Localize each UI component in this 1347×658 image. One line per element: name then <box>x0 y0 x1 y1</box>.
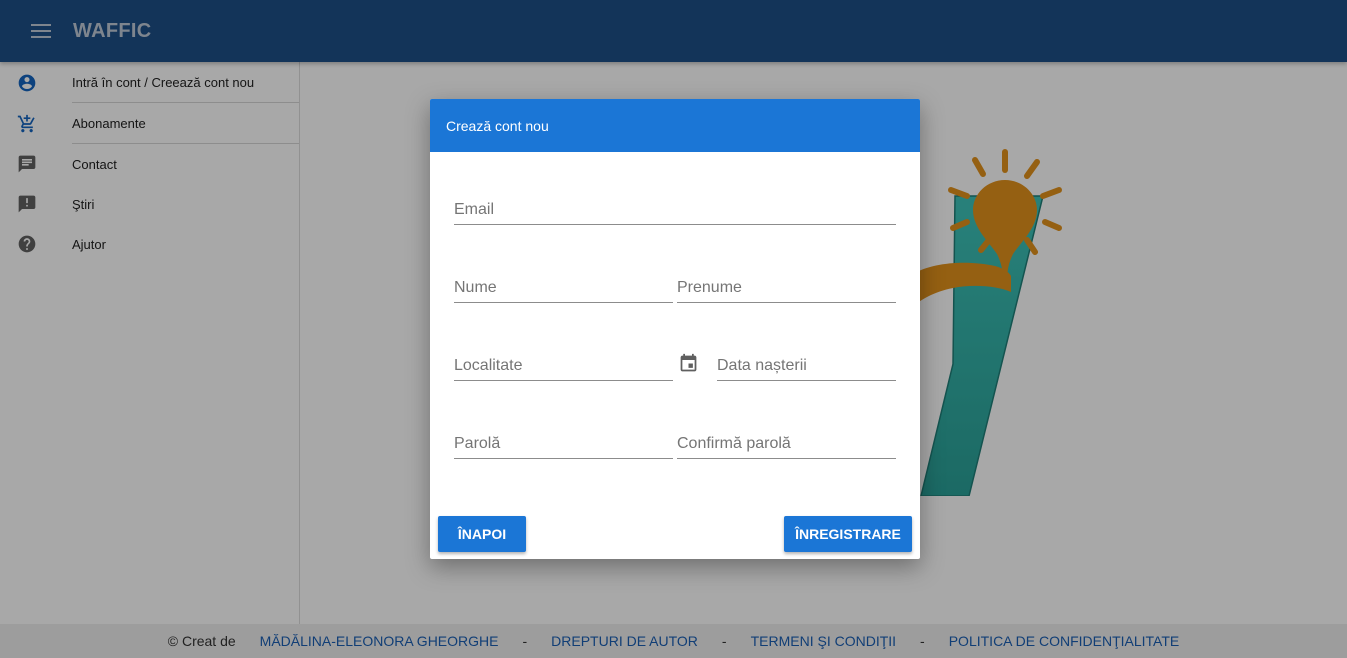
calendar-icon[interactable] <box>678 353 699 374</box>
birthdate-input[interactable] <box>717 351 896 380</box>
back-button[interactable]: Înapoi <box>438 516 526 552</box>
confirm-password-field <box>677 429 896 459</box>
email-field <box>454 195 896 225</box>
email-input[interactable] <box>454 195 896 224</box>
localitate-input[interactable] <box>454 351 673 380</box>
create-account-dialog: Crează cont nou Înapoi Înregistrare <box>430 99 920 559</box>
nume-field <box>454 273 673 303</box>
password-input[interactable] <box>454 429 673 458</box>
prenume-input[interactable] <box>677 273 896 302</box>
prenume-field <box>677 273 896 303</box>
nume-input[interactable] <box>454 273 673 302</box>
dialog-title: Crează cont nou <box>430 99 920 152</box>
register-button[interactable]: Înregistrare <box>784 516 912 552</box>
password-field <box>454 429 673 459</box>
localitate-field <box>454 351 673 381</box>
birthdate-field <box>717 351 896 381</box>
confirm-password-input[interactable] <box>677 429 896 458</box>
